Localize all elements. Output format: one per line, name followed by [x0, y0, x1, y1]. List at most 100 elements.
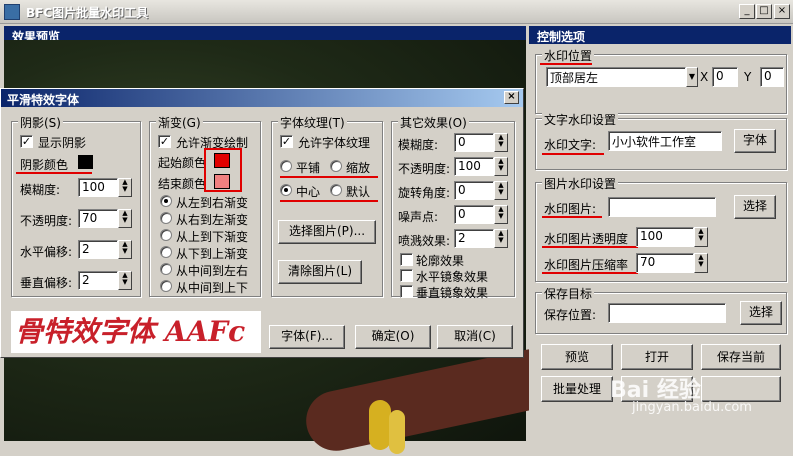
gradient-dir-radio-4[interactable]	[160, 263, 172, 275]
exit-button[interactable]: 退出	[701, 376, 781, 402]
save-target-group: 保存目标 保存位置: 选择	[535, 285, 787, 334]
watermark-image-input[interactable]	[608, 197, 716, 217]
save-current-button[interactable]: 保存当前	[701, 344, 781, 370]
save-select-button[interactable]: 选择	[740, 301, 782, 325]
preview-button[interactable]: 预览	[541, 344, 613, 370]
texture-scale-radio[interactable]	[330, 160, 342, 172]
image-ratio-spinner[interactable]: ▲ ▼	[694, 253, 708, 273]
other-effects-group: 其它效果(O) 模糊度: 0 ▲ ▼ 不透明度: 100 ▲ ▼ 旋转角度: 0 ▲…	[391, 114, 515, 300]
dialog-cancel-button[interactable]: 取消(C)	[437, 325, 513, 349]
x-input[interactable]: 0	[712, 67, 738, 87]
gradient-dir-label: 从上到下渐变	[176, 230, 249, 244]
save-location-label: 保存位置:	[544, 308, 597, 322]
effect-opacity-input[interactable]: 100	[454, 157, 494, 176]
dialog-titlebar: 平滑特效字体 ×	[1, 89, 523, 107]
texture-center-radio[interactable]	[280, 184, 292, 196]
texture-center-label: 中心	[296, 185, 321, 199]
hmirror-label: 水平镜象效果	[416, 270, 489, 284]
shadow-opacity-input[interactable]: 70	[78, 209, 118, 228]
outline-checkbox[interactable]	[400, 253, 413, 266]
effect-opacity-label: 不透明度:	[398, 162, 451, 176]
y-input[interactable]: 0	[760, 67, 784, 87]
effect-noise-spinner[interactable]: ▲ ▼	[494, 205, 508, 224]
show-shadow-checkbox[interactable]: ✓	[20, 135, 33, 148]
effect-spray-spinner[interactable]: ▲ ▼	[494, 229, 508, 248]
annotation-underline	[280, 176, 378, 178]
gradient-dir-radio-2[interactable]	[160, 229, 172, 241]
shadow-voffset-input[interactable]: 2	[78, 271, 118, 290]
position-select[interactable]: 顶部居左	[546, 67, 686, 87]
shadow-group-label: 阴影(S)	[18, 114, 63, 131]
branch-shape	[300, 343, 568, 456]
texture-default-radio[interactable]	[330, 184, 342, 196]
gradient-dir-label: 从中间到左右	[176, 264, 249, 278]
text-watermark-group-label: 文字水印设置	[542, 111, 619, 128]
effect-opacity-spinner[interactable]: ▲ ▼	[494, 157, 508, 176]
annotation-underline	[16, 172, 92, 174]
image-select-button[interactable]: 选择	[734, 195, 776, 219]
dialog-font-button[interactable]: 字体(F)...	[269, 325, 345, 349]
dialog-title: 平滑特效字体	[7, 93, 80, 107]
effect-rotate-input[interactable]: 0	[454, 181, 494, 200]
dialog-ok-button[interactable]: 确定(O)	[355, 325, 431, 349]
gradient-group-label: 渐变(G)	[156, 114, 203, 131]
effect-blur-spinner[interactable]: ▲ ▼	[494, 133, 508, 152]
vmirror-label: 垂直镜象效果	[416, 286, 489, 300]
shadow-color-swatch[interactable]	[78, 155, 93, 169]
vmirror-checkbox[interactable]	[400, 285, 413, 298]
maximize-button[interactable]: □	[756, 4, 772, 19]
dialog-close-button[interactable]: ×	[504, 91, 519, 104]
text-font-button[interactable]: 字体	[734, 129, 776, 153]
annotation-underline	[542, 216, 602, 218]
minimize-button[interactable]: _	[739, 4, 755, 19]
shadow-color-label: 阴影颜色	[20, 158, 69, 172]
position-dropdown-arrow[interactable]: ▼	[686, 67, 698, 87]
annotation-box	[204, 148, 242, 192]
texture-tile-radio[interactable]	[280, 160, 292, 172]
shadow-blur-spinner[interactable]: ▲ ▼	[118, 178, 132, 197]
effect-blur-label: 模糊度:	[398, 138, 439, 152]
watermark-text-input[interactable]: 小小软件工作室	[608, 131, 722, 151]
bud-shape-2	[389, 410, 405, 454]
effect-blur-input[interactable]: 0	[454, 133, 494, 152]
effect-noise-input[interactable]: 0	[454, 205, 494, 224]
gradient-dir-label: 从左到右渐变	[176, 196, 249, 210]
close-button[interactable]: ×	[774, 4, 790, 19]
hmirror-checkbox[interactable]	[400, 269, 413, 282]
image-opacity-label: 水印图片透明度	[544, 232, 629, 246]
y-label: Y	[744, 70, 752, 84]
gradient-dir-radio-5[interactable]	[160, 280, 172, 292]
start-color-label: 起始颜色	[158, 156, 207, 170]
shadow-voffset-label: 垂直偏移:	[20, 276, 73, 290]
gradient-dir-radio-0[interactable]	[160, 195, 172, 207]
shadow-opacity-label: 不透明度:	[20, 214, 73, 228]
shadow-voffset-spinner[interactable]: ▲ ▼	[118, 271, 132, 290]
batch-process-button[interactable]: 批量处理	[541, 376, 613, 402]
allow-texture-checkbox[interactable]: ✓	[280, 135, 293, 148]
open-button[interactable]: 打开	[621, 344, 693, 370]
texture-default-label: 默认	[346, 185, 371, 199]
texture-group-label: 字体纹理(T)	[278, 114, 347, 131]
save-location-input[interactable]	[608, 303, 726, 323]
shadow-blur-input[interactable]: 100	[78, 178, 118, 197]
effect-spray-input[interactable]: 2	[454, 229, 494, 248]
image-opacity-spinner[interactable]: ▲ ▼	[694, 227, 708, 247]
shadow-opacity-spinner[interactable]: ▲ ▼	[118, 209, 132, 228]
select-texture-image-button[interactable]: 选择图片(P)...	[278, 220, 376, 244]
gradient-dir-radio-1[interactable]	[160, 212, 172, 224]
allow-gradient-checkbox[interactable]: ✓	[158, 135, 171, 148]
shadow-hoffset-spinner[interactable]: ▲ ▼	[118, 240, 132, 259]
gradient-dir-label: 从右到左渐变	[176, 213, 249, 227]
other-effects-group-label: 其它效果(O)	[398, 114, 469, 131]
image-opacity-input[interactable]: 100	[636, 227, 694, 247]
texture-group: 字体纹理(T) ✓ 允许字体纹理 平铺 缩放 中心 默认 选择图片(P)... …	[271, 114, 383, 297]
shadow-hoffset-input[interactable]: 2	[78, 240, 118, 259]
allow-texture-label: 允许字体纹理	[298, 136, 371, 150]
clear-texture-image-button[interactable]: 清除图片(L)	[278, 260, 362, 284]
shadow-blur-label: 模糊度:	[20, 183, 61, 197]
effect-rotate-label: 旋转角度:	[398, 186, 451, 200]
effect-rotate-spinner[interactable]: ▲ ▼	[494, 181, 508, 200]
window-titlebar: BFC图片批量水印工具 _ □ ×	[0, 0, 793, 24]
image-ratio-input[interactable]: 70	[636, 253, 694, 273]
gradient-dir-radio-3[interactable]	[160, 246, 172, 258]
